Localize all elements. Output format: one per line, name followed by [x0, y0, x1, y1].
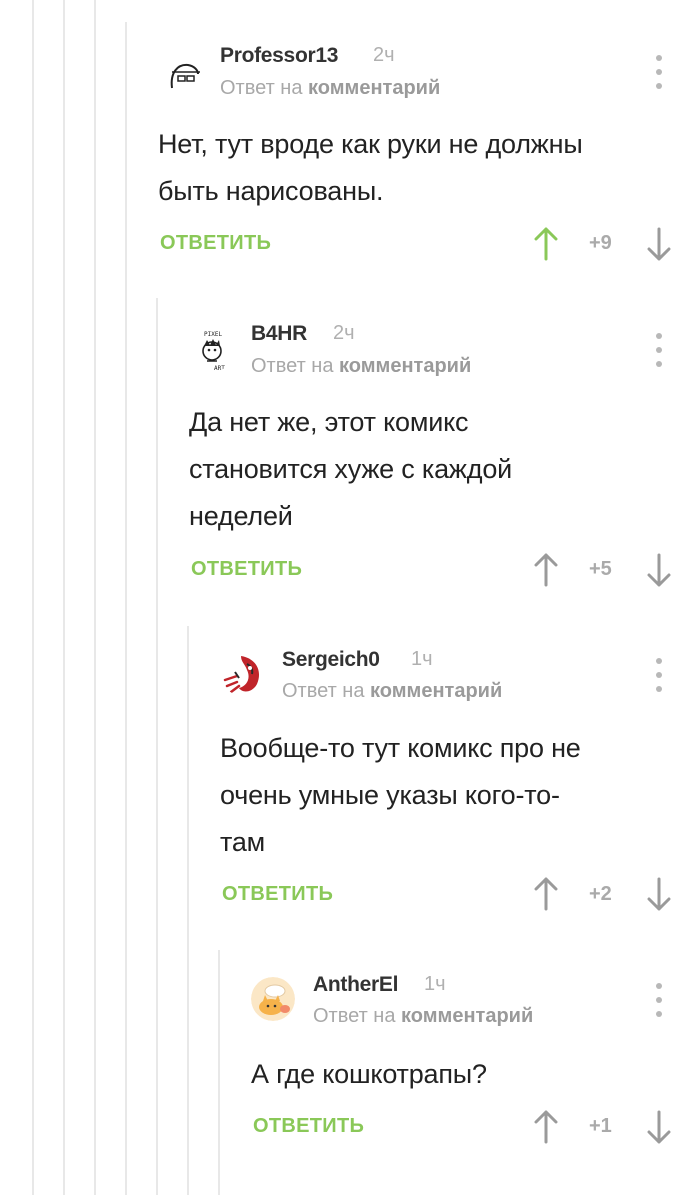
reply-to-line: Ответ на комментарий	[220, 77, 440, 100]
reply-button[interactable]: ОТВЕТИТЬ	[253, 1115, 364, 1138]
arrow-up-icon[interactable]	[531, 1109, 561, 1145]
arrow-down-icon[interactable]	[644, 876, 674, 912]
avatar[interactable]	[221, 652, 265, 696]
comment-text-line: Нет, тут вроде как руки не должны	[158, 129, 583, 159]
comment-text-line: очень умные указы кого-то-	[220, 780, 560, 810]
vote-score: +5	[589, 558, 612, 580]
comment-time: 2ч	[373, 44, 395, 66]
comment-text: Нет, тут вроде как руки не должны быть н…	[158, 121, 583, 215]
comment-author[interactable]: Professor13	[220, 44, 338, 68]
reply-button[interactable]: ОТВЕТИТЬ	[222, 883, 333, 906]
comment-author[interactable]: AntherEl	[313, 973, 398, 997]
vote-score: +9	[589, 232, 612, 254]
comment-text-line: там	[220, 827, 266, 857]
thread-line	[218, 950, 220, 1195]
reply-to-line: Ответ на комментарий	[251, 355, 471, 378]
svg-text:PIXEL: PIXEL	[204, 331, 222, 338]
reply-to-line: Ответ на комментарий	[282, 680, 502, 703]
svg-text:ART: ART	[214, 365, 225, 372]
arrow-up-icon[interactable]	[531, 552, 561, 588]
comment-text-line: Да нет же, этот комикс	[189, 407, 469, 437]
arrow-down-icon[interactable]	[644, 552, 674, 588]
comment-author[interactable]: B4HR	[251, 322, 307, 346]
thread-line	[63, 0, 65, 1195]
comment-time: 1ч	[411, 648, 433, 670]
reply-button[interactable]: ОТВЕТИТЬ	[160, 232, 271, 255]
comment-text-line: А где кошкотрапы?	[251, 1059, 487, 1089]
comment-text-line: неделей	[189, 501, 293, 531]
arrow-up-icon[interactable]	[531, 876, 561, 912]
vote-score: +1	[589, 1115, 612, 1137]
arrow-up-icon[interactable]	[531, 226, 561, 262]
thread-line	[94, 0, 96, 1195]
more-vertical-icon[interactable]	[649, 55, 669, 89]
more-vertical-icon[interactable]	[649, 658, 669, 692]
avatar[interactable]	[160, 52, 204, 96]
reply-to-link[interactable]: комментарий	[370, 680, 502, 702]
reply-to-link[interactable]: комментарий	[339, 355, 471, 377]
reply-button[interactable]: ОТВЕТИТЬ	[191, 558, 302, 581]
comment-text: Да нет же, этот комикс становится хуже с…	[189, 399, 512, 540]
thread-line	[125, 22, 127, 1195]
arrow-down-icon[interactable]	[644, 1109, 674, 1145]
thread-line	[156, 298, 158, 1195]
vote-score: +2	[589, 883, 612, 905]
arrow-down-icon[interactable]	[644, 226, 674, 262]
reply-to-link[interactable]: комментарий	[308, 77, 440, 99]
reply-to-prefix: Ответ на	[282, 680, 365, 702]
more-vertical-icon[interactable]	[649, 983, 669, 1017]
reply-to-prefix: Ответ на	[251, 355, 334, 377]
comment-text-line: становится хуже с каждой	[189, 454, 513, 484]
reply-to-prefix: Ответ на	[220, 77, 303, 99]
comment-text: А где кошкотрапы?	[251, 1051, 487, 1098]
thread-line	[32, 0, 34, 1195]
comment-text-line: Вообще-то тут комикс про не	[220, 733, 581, 763]
comment-time: 2ч	[333, 322, 355, 344]
reply-to-prefix: Ответ на	[313, 1005, 396, 1027]
comment-text: Вообще-то тут комикс про не очень умные …	[220, 725, 581, 866]
avatar[interactable]	[251, 977, 295, 1021]
reply-to-line: Ответ на комментарий	[313, 1005, 533, 1028]
more-vertical-icon[interactable]	[649, 333, 669, 367]
comment-author[interactable]: Sergeich0	[282, 648, 380, 672]
reply-to-link[interactable]: комментарий	[401, 1005, 533, 1027]
thread-line	[187, 626, 189, 1195]
avatar[interactable]: PIXEL ART	[190, 328, 234, 372]
comment-text-line: быть нарисованы.	[158, 176, 384, 206]
comment-time: 1ч	[424, 973, 446, 995]
